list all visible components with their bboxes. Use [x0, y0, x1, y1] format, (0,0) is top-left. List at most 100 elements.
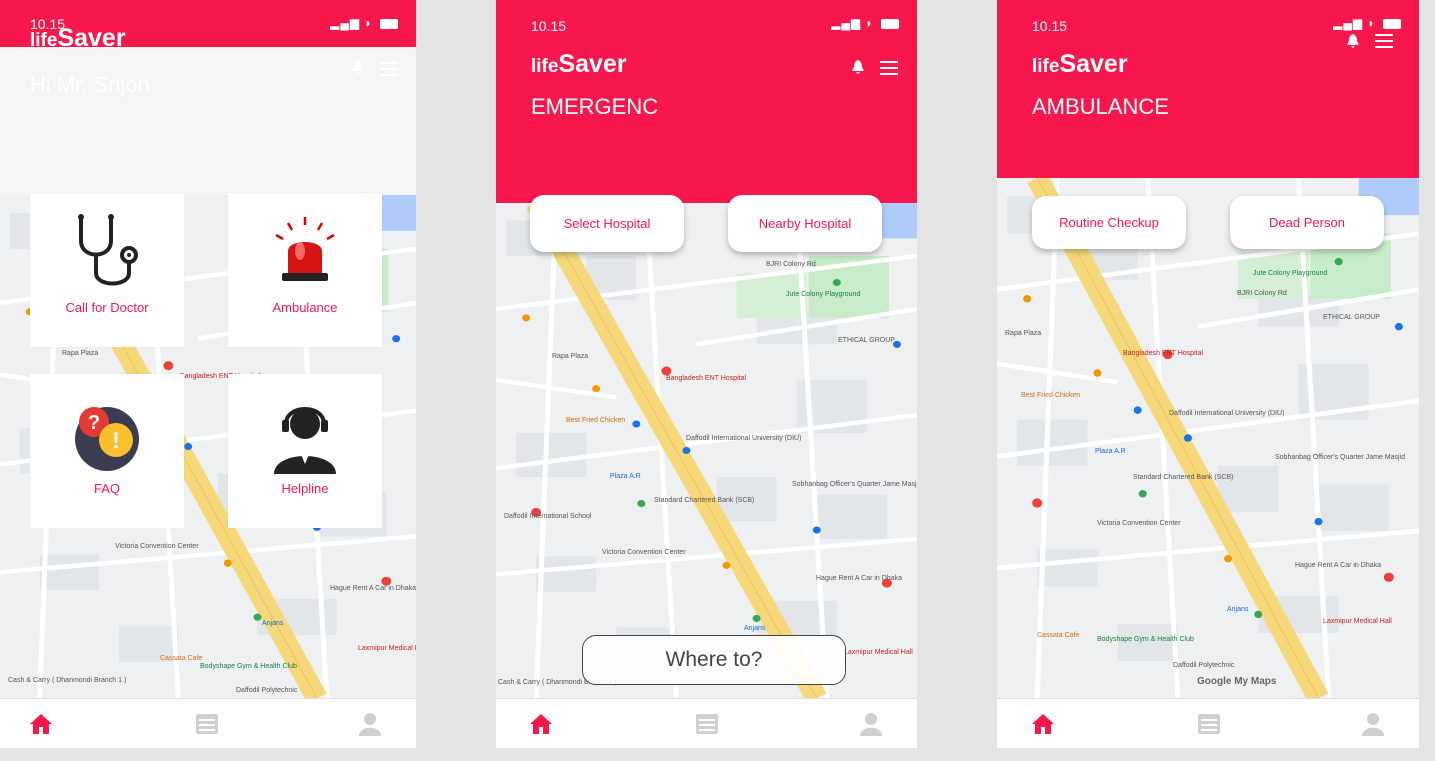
- map-label: Bangladesh ENT Hospital: [1123, 350, 1204, 357]
- map-label: Bangladesh ENT Hospital: [666, 375, 747, 382]
- map-label: Victoria Convention Center: [115, 543, 199, 550]
- signal-icon: ▂▄▆: [1333, 16, 1364, 30]
- map-label: Daffodil International University (DIU): [1169, 410, 1285, 417]
- home-icon[interactable]: [528, 711, 554, 737]
- tile-label: FAQ: [93, 481, 120, 496]
- bell-icon[interactable]: [1347, 34, 1359, 48]
- select-hospital-button[interactable]: Select Hospital: [530, 195, 684, 252]
- user-icon[interactable]: [1360, 711, 1386, 737]
- map-label: Daffodil Polytechnic: [1173, 662, 1235, 669]
- wifi-icon: ◗: [1367, 16, 1376, 30]
- header-bar: 10.15 ▂▄▆ ◗ lifeSaver AMBULANCE: [997, 0, 1419, 178]
- map-label: Hague Rent A Car in Dhaka: [330, 585, 416, 592]
- map-label: BJRI Colony Rd: [1237, 290, 1287, 297]
- map-label: Jute Colony Playground: [1253, 270, 1328, 277]
- signal-icon: ▂▄▆: [831, 16, 862, 30]
- bottom-nav: [496, 698, 917, 748]
- menu-icon[interactable]: [380, 62, 398, 76]
- logo-life: life: [1032, 56, 1060, 77]
- map-label: Sobhanbag Officer's Quarter Jame Masjid: [792, 481, 917, 488]
- dead-person-button[interactable]: Dead Person: [1230, 196, 1384, 249]
- signal-icon: ▂▄▆: [330, 16, 361, 30]
- map-label: Laxmipur Medical Hall: [1323, 618, 1392, 625]
- tile-label: Helpline: [281, 481, 329, 496]
- bottom-nav: [997, 698, 1419, 748]
- status-icons: ▂▄▆ ◗: [330, 16, 398, 30]
- map-label: Rapa Plaza: [62, 350, 99, 357]
- map-label: Standard Chartered Bank (SCB): [1133, 474, 1234, 481]
- page-title: EMERGENC: [531, 94, 659, 119]
- greeting-text: Hi Mr. Srijon: [30, 72, 150, 97]
- map-label: Bodyshape Gym & Health Club: [200, 663, 297, 670]
- map-label: Rapa Plaza: [1005, 330, 1042, 337]
- map-label: Daffodil International School: [504, 513, 592, 520]
- app-logo: lifeSaver: [531, 50, 627, 79]
- map-label: Rapa Plaza: [552, 353, 589, 360]
- map-label: Laxmipur Medical Hall: [844, 649, 913, 656]
- map-label: Anjans: [744, 625, 766, 632]
- home-icon[interactable]: [1030, 711, 1056, 737]
- tile-label: Call for Doctor: [65, 300, 149, 315]
- bottom-nav: [0, 698, 416, 748]
- map-label: Sobhanbag Officer's Quarter Jame Masjid: [1275, 454, 1405, 461]
- map-label: Cassata Cafe: [160, 655, 203, 662]
- map-credit: Google My Maps: [1197, 676, 1277, 687]
- map-label: Cash & Carry ( Dhanmondi Branch 1 ): [8, 677, 127, 684]
- emergency-screen: Jute Colony Playground BJRI Colony Rd ET…: [496, 0, 917, 748]
- map-label: Bodyshape Gym & Health Club: [1097, 636, 1194, 643]
- home-icon[interactable]: [28, 711, 54, 737]
- status-time: 10.15: [1032, 18, 1068, 34]
- map-label: Jute Colony Playground: [786, 291, 861, 298]
- stethoscope-icon: [78, 214, 138, 286]
- bell-icon[interactable]: [852, 60, 864, 74]
- map-label: Anjans: [1227, 606, 1249, 613]
- svg-text:?: ?: [88, 412, 100, 434]
- header-bar: 10.15 ▂▄▆ ◗ lifeSaver EMERGENC: [496, 0, 917, 203]
- siren-icon: [275, 217, 335, 281]
- map-view[interactable]: Jute Colony Playground BJRI Colony Rd ET…: [496, 203, 917, 698]
- map-label: Victoria Convention Center: [1097, 520, 1181, 527]
- home-screen: Bangladesh ENT Hospital Rapa Plaza Victo…: [0, 0, 416, 748]
- battery-icon: [881, 18, 899, 29]
- news-icon[interactable]: [694, 711, 720, 737]
- ambulance-tile[interactable]: Ambulance: [228, 193, 382, 347]
- app-logo: lifeSaver: [1032, 50, 1128, 79]
- call-doctor-tile[interactable]: Call for Doctor: [30, 193, 184, 347]
- headset-agent-icon: [274, 407, 336, 474]
- map-view[interactable]: Jute Colony Playground BJRI Colony Rd ET…: [997, 178, 1419, 698]
- menu-icon[interactable]: [1375, 34, 1393, 48]
- map-label: Standard Chartered Bank (SCB): [654, 497, 755, 504]
- helpline-tile[interactable]: Helpline: [228, 374, 382, 528]
- map-label: Daffodil Polytechnic: [236, 687, 298, 694]
- routine-checkup-button[interactable]: Routine Checkup: [1032, 196, 1186, 249]
- where-to-input[interactable]: Where to?: [582, 635, 846, 685]
- map-label: Hague Rent A Car in Dhaka: [1295, 562, 1381, 569]
- map-roads: [496, 203, 917, 698]
- nearby-hospital-button[interactable]: Nearby Hospital: [728, 195, 882, 252]
- status-time: 10.15: [531, 18, 567, 34]
- logo-saver: Saver: [1059, 50, 1128, 78]
- battery-icon: [380, 18, 398, 29]
- battery-icon: [1383, 18, 1401, 29]
- page-title: AMBULANCE: [1032, 94, 1169, 119]
- bell-icon[interactable]: [352, 60, 364, 74]
- logo-life: life: [531, 56, 559, 77]
- status-icons: ▂▄▆ ◗: [831, 16, 899, 30]
- faq-tile[interactable]: ? ! FAQ: [30, 374, 184, 528]
- map-label: Anjans: [262, 620, 284, 627]
- header-bar: 10.15 lifeSaver ▂▄▆ ◗: [0, 0, 416, 52]
- user-icon[interactable]: [357, 711, 383, 737]
- news-icon[interactable]: [1196, 711, 1222, 737]
- user-icon[interactable]: [858, 711, 884, 737]
- tile-label: Ambulance: [272, 300, 338, 315]
- map-label: Plaza A.R: [610, 473, 641, 480]
- map-label: BJRI Colony Rd: [766, 261, 816, 268]
- wifi-icon: ◗: [865, 16, 874, 30]
- news-icon[interactable]: [194, 711, 220, 737]
- menu-icon[interactable]: [880, 61, 898, 75]
- map-label: Laxmipur Medical Hall: [358, 645, 416, 652]
- ambulance-screen: Jute Colony Playground BJRI Colony Rd ET…: [997, 0, 1419, 748]
- map-label: Daffodil International University (DIU): [686, 435, 802, 442]
- svg-text:!: !: [112, 428, 119, 453]
- map-label: Plaza A.R: [1095, 448, 1126, 455]
